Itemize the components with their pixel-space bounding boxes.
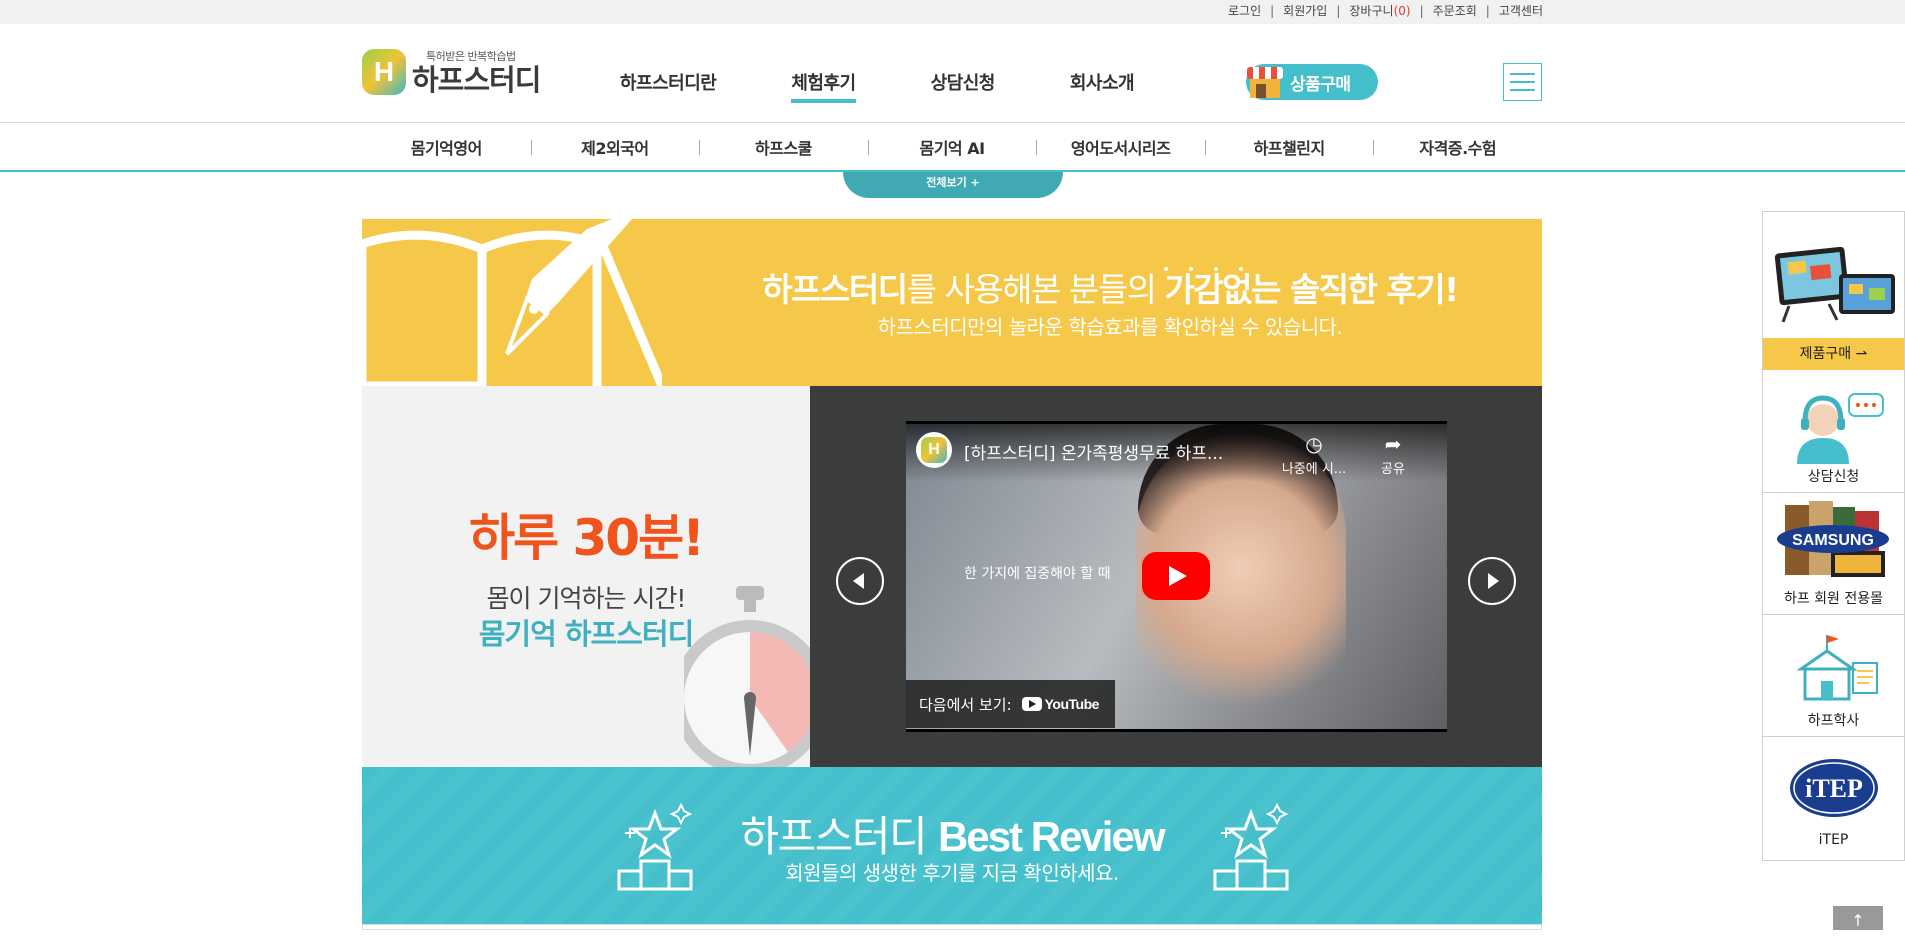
view-all-button[interactable]: 전체보기 + bbox=[843, 172, 1063, 198]
subnav-body-english[interactable]: 몸기억영어 bbox=[362, 135, 531, 159]
shop-button[interactable]: 상품구매 bbox=[1246, 64, 1378, 100]
nav-about-study[interactable]: 하프스터디란 bbox=[620, 69, 717, 103]
main-nav: 하프스터디란 체험후기 상담신청 회사소개 bbox=[620, 69, 1209, 103]
hamburger-icon[interactable] bbox=[1503, 63, 1542, 101]
shop-button-label: 상품구매 bbox=[1290, 74, 1351, 95]
cart-link[interactable]: 장바구니(0) bbox=[1340, 2, 1419, 20]
promo-panel: 하루 30분! 몸이 기억하는 시간! 몸기억 하프스터디 bbox=[362, 386, 810, 767]
samsung-logo: SAMSUNG bbox=[1777, 501, 1889, 577]
banner-title-mid: 를 사용해본 분들의 bbox=[906, 270, 1165, 309]
watch-later-label: 나중에 시... bbox=[1281, 462, 1347, 477]
support-link[interactable]: 고객센터 bbox=[1490, 2, 1543, 20]
best-review-brand: 하프스터디 bbox=[740, 812, 939, 861]
subnav-half-school[interactable]: 하프스쿨 bbox=[699, 135, 868, 159]
promo-headline: 하루 30분! bbox=[469, 509, 705, 567]
share-button[interactable]: ➦ 공유 bbox=[1368, 434, 1418, 477]
channel-avatar[interactable]: H bbox=[916, 432, 952, 468]
itep-logo: iTEP bbox=[1790, 759, 1878, 817]
quick-purchase-label: 제품구매 ⇀ bbox=[1763, 338, 1904, 370]
subnav-second-language[interactable]: 제2외국어 bbox=[530, 135, 700, 159]
youtube-play-icon bbox=[1021, 697, 1042, 711]
nav-company[interactable]: 회사소개 bbox=[1070, 69, 1135, 103]
podium-star-icon bbox=[1213, 803, 1289, 891]
quick-member-mall[interactable]: SAMSUNG 하프 회원 전용몰 bbox=[1763, 493, 1904, 615]
best-review-subtitle: 회원들의 생생한 후기를 지금 확인하세요. bbox=[785, 861, 1119, 885]
subnav-certification[interactable]: 자격증.수험 bbox=[1373, 135, 1542, 159]
samsung-wordmark: SAMSUNG bbox=[1792, 532, 1874, 549]
banner-title-brand: 하프스터디 bbox=[762, 270, 908, 309]
youtube-logo: YouTube bbox=[1021, 696, 1100, 712]
emphasis-dots bbox=[1164, 256, 1264, 271]
order-link[interactable]: 주문조회 bbox=[1424, 2, 1486, 20]
subnav-challenge[interactable]: 하프챌린지 bbox=[1204, 135, 1374, 159]
youtube-wordmark: YouTube bbox=[1044, 696, 1100, 712]
quick-consult[interactable]: 상담신청 bbox=[1763, 372, 1904, 493]
best-review-section: 하프스터디 Best Review 회원들의 생생한 후기를 지금 확인하세요. bbox=[362, 767, 1542, 930]
join-link[interactable]: 회원가입 bbox=[1274, 2, 1336, 20]
watch-later-button[interactable]: ◷ 나중에 시... bbox=[1279, 434, 1349, 477]
itep-wordmark: iTEP bbox=[1805, 774, 1863, 803]
clock-icon: ◷ bbox=[1305, 432, 1323, 456]
prev-arrow-icon[interactable] bbox=[836, 557, 884, 605]
quick-itep-label: iTEP bbox=[1818, 832, 1849, 848]
quick-menu: 제품구매 ⇀ 상담신청 SAMSUNG 하프 회원 전용몰 하프학사 iTEP … bbox=[1762, 211, 1905, 861]
quick-half-academy-label: 하프학사 bbox=[1807, 713, 1860, 729]
cart-label: 장바구니 bbox=[1349, 4, 1394, 18]
banner-title-emphasis: 가감없는 솔직한 후기! bbox=[1164, 270, 1459, 309]
scroll-top-button[interactable]: ↑ bbox=[1833, 906, 1883, 930]
nav-reviews[interactable]: 체험후기 bbox=[791, 69, 856, 103]
nav-consult[interactable]: 상담신청 bbox=[931, 69, 996, 103]
quick-member-mall-label: 하프 회원 전용몰 bbox=[1783, 591, 1884, 607]
video-title[interactable]: [하프스터디] 온가족평생무료 하프... bbox=[964, 439, 1249, 464]
stopwatch-icon bbox=[684, 586, 810, 767]
utility-nav: 로그인 | 회원가입 | 장바구니(0) | 주문조회 | 고객센터 bbox=[1219, 2, 1543, 20]
utility-bar: 로그인 | 회원가입 | 장바구니(0) | 주문조회 | 고객센터 bbox=[0, 0, 1905, 24]
best-review-emphasis: Best Review bbox=[938, 813, 1165, 860]
header: H 특허받은 반복학습법 하프스터디 하프스터디란 체험후기 상담신청 회사소개… bbox=[0, 24, 1905, 123]
login-link[interactable]: 로그인 bbox=[1219, 2, 1270, 20]
logo[interactable]: H 특허받은 반복학습법 하프스터디 bbox=[362, 48, 541, 97]
quick-consult-label: 상담신청 bbox=[1807, 469, 1860, 485]
next-arrow-icon[interactable] bbox=[1468, 557, 1516, 605]
subnav-english-books[interactable]: 영어도서시리즈 bbox=[1036, 135, 1205, 159]
tablet-icon bbox=[1774, 246, 1895, 323]
logo-text: 특허받은 반복학습법 하프스터디 bbox=[412, 48, 541, 97]
book-pen-icon bbox=[362, 219, 662, 386]
logo-tagline: 특허받은 반복학습법 bbox=[426, 50, 516, 63]
play-icon[interactable] bbox=[1142, 552, 1210, 600]
youtube-player[interactable]: H [하프스터디] 온가족평생무료 하프... ◷ 나중에 시... ➦ 공유 한 … bbox=[906, 421, 1447, 732]
logo-name: 하프스터디 bbox=[412, 63, 541, 97]
quick-purchase[interactable]: 제품구매 ⇀ bbox=[1763, 212, 1904, 372]
counselor-icon bbox=[1797, 393, 1884, 464]
logo-mark-icon: H bbox=[362, 49, 406, 95]
channel-mark: H bbox=[921, 437, 947, 463]
video-section: H [하프스터디] 온가족평생무료 하프... ◷ 나중에 시... ➦ 공유 한 … bbox=[810, 386, 1542, 767]
cart-count: (0) bbox=[1393, 4, 1411, 18]
quick-half-academy[interactable]: 하프학사 bbox=[1763, 615, 1904, 737]
subnav-body-ai[interactable]: 몸기억 AI bbox=[867, 135, 1037, 159]
watch-on-youtube[interactable]: 다음에서 보기: YouTube bbox=[906, 680, 1115, 728]
share-label: 공유 bbox=[1381, 462, 1405, 477]
best-review-title: 하프스터디 Best Review bbox=[662, 803, 1242, 864]
video-caption: 한 가지에 집중해야 할 때 bbox=[964, 566, 1111, 582]
share-icon: ➦ bbox=[1384, 432, 1402, 456]
watch-on-label: 다음에서 보기: bbox=[919, 695, 1012, 714]
shop-icon bbox=[1244, 64, 1286, 100]
review-list-top bbox=[362, 924, 1542, 930]
school-icon bbox=[1796, 635, 1878, 701]
quick-itep[interactable]: iTEP iTEP bbox=[1763, 737, 1904, 860]
banner-subtitle: 하프스터디만의 놀라운 학습효과를 확인하실 수 있습니다. bbox=[877, 315, 1343, 339]
review-banner: 하프스터디를 사용해본 분들의 가감없는 솔직한 후기! 하프스터디만의 놀라운… bbox=[362, 219, 1542, 386]
sub-nav: 몸기억영어 제2외국어 하프스쿨 몸기억 AI 영어도서시리즈 하프챌린지 자격… bbox=[0, 124, 1905, 172]
banner-title: 하프스터디를 사용해본 분들의 가감없는 솔직한 후기! bbox=[752, 263, 1468, 311]
